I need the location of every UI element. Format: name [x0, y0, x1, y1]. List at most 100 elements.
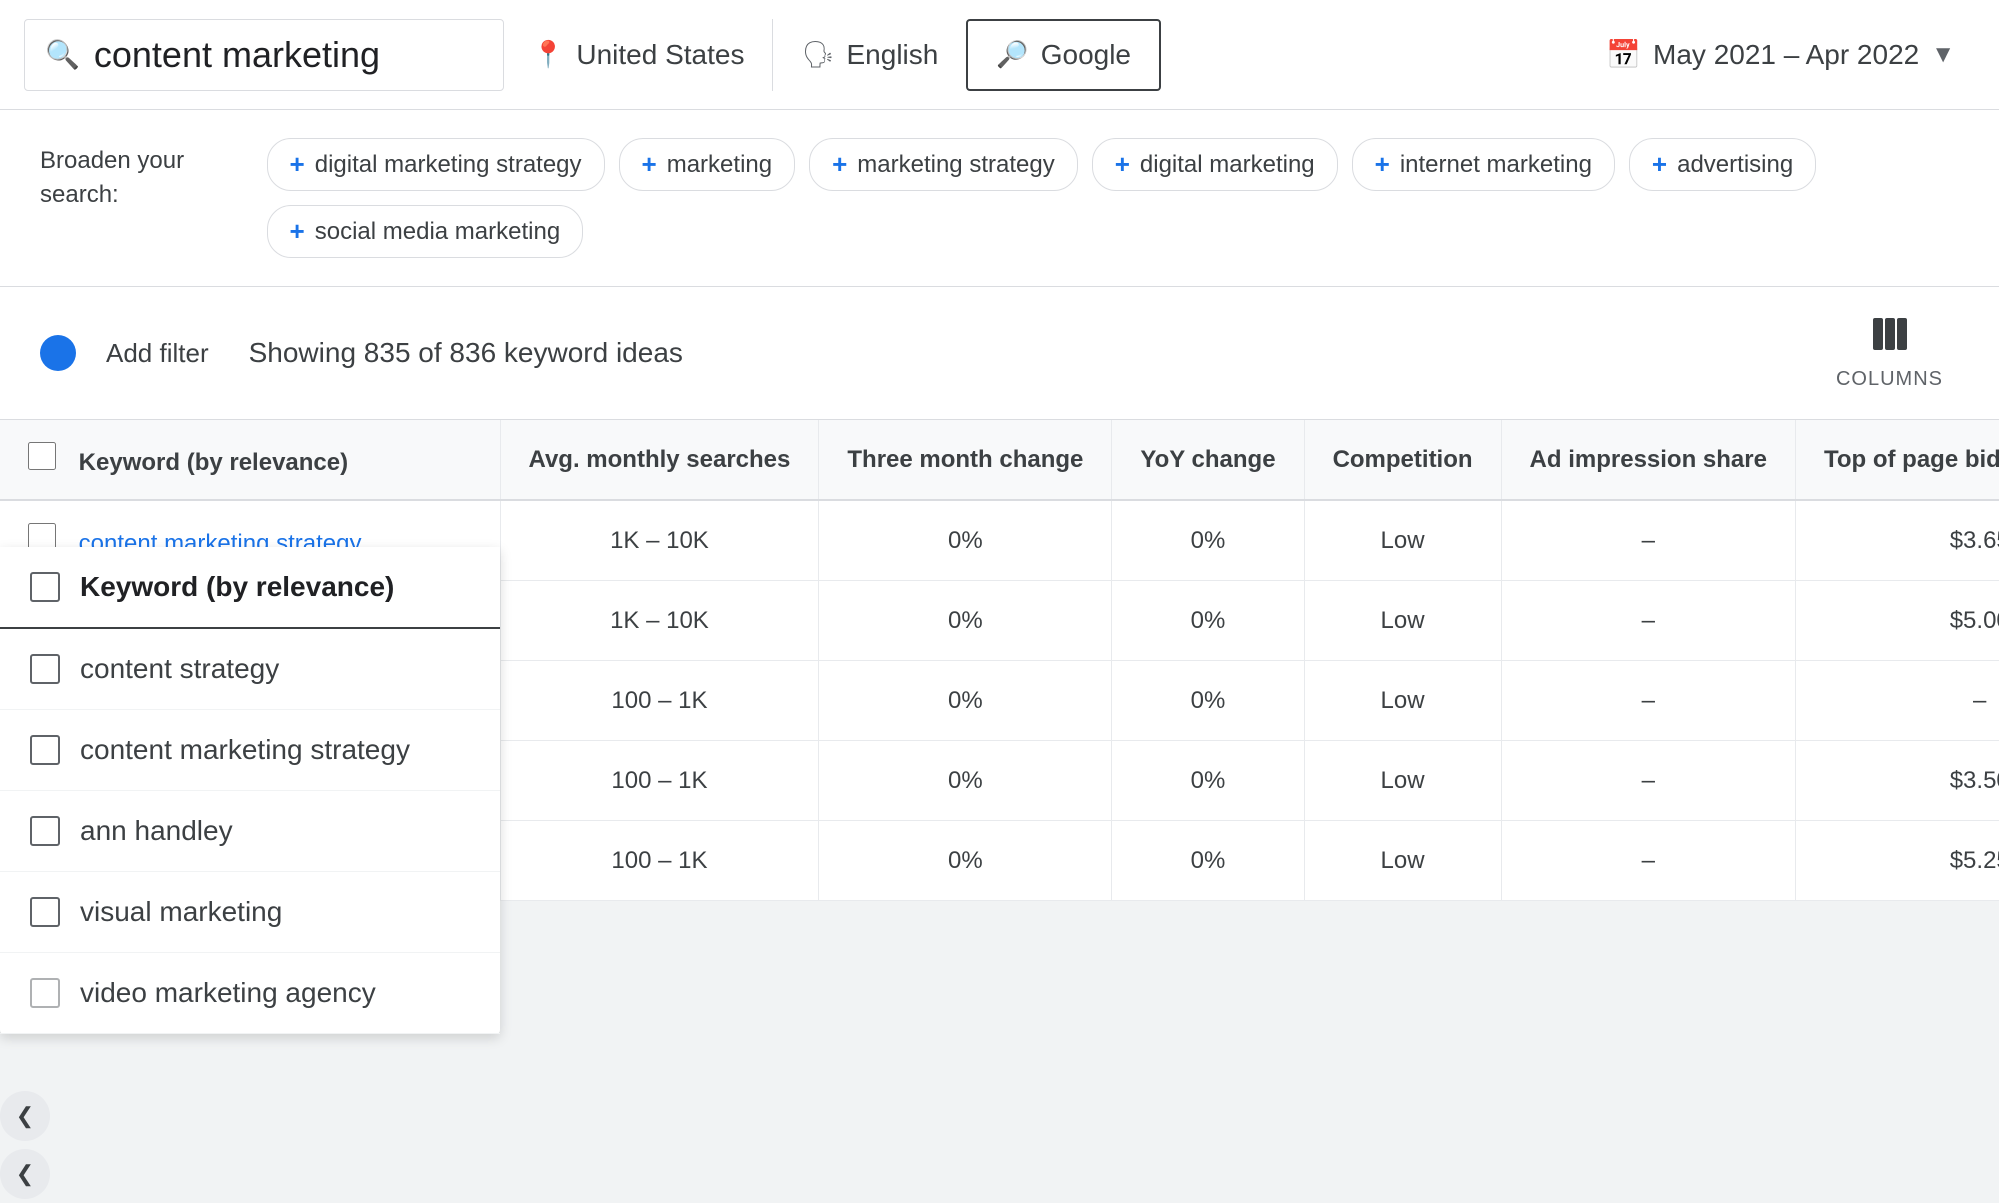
cell-top-bid: – — [1795, 661, 1999, 741]
date-range: May 2021 – Apr 2022 — [1653, 39, 1919, 71]
chip-label: marketing — [667, 151, 772, 179]
cell-ad-impression: – — [1501, 821, 1795, 901]
scroll-left-arrow[interactable]: ❮ — [0, 1091, 50, 1141]
table-header-row: Keyword (by relevance) Avg. monthly sear… — [0, 420, 1999, 500]
cell-top-bid: $3.65 — [1795, 500, 1999, 581]
plus-icon: + — [642, 149, 657, 180]
cell-competition: Low — [1304, 821, 1501, 901]
cell-competition: Low — [1304, 581, 1501, 661]
location-label: United States — [576, 39, 744, 71]
cell-avg-monthly: 100 – 1K — [500, 741, 819, 821]
chip-label: advertising — [1677, 151, 1793, 179]
plus-icon: + — [1375, 149, 1390, 180]
chip-label: internet marketing — [1400, 151, 1592, 179]
showing-count-text: Showing 835 of 836 keyword ideas — [249, 337, 683, 369]
dropdown-checkbox[interactable] — [30, 735, 60, 765]
dropdown-checkbox[interactable] — [30, 816, 60, 846]
add-filter-button[interactable]: Add filter — [106, 330, 209, 377]
dropdown-item-label: content marketing strategy — [80, 734, 410, 766]
source-label: Google — [1041, 39, 1131, 71]
chip-social-media-marketing[interactable]: + social media marketing — [267, 205, 584, 258]
cell-ad-impression: – — [1501, 581, 1795, 661]
date-filter[interactable]: 📅 May 2021 – Apr 2022 ▼ — [1586, 19, 1975, 91]
cell-ad-impression: – — [1501, 741, 1795, 821]
broaden-label: Broaden your search: — [40, 138, 247, 211]
select-all-checkbox[interactable] — [28, 442, 56, 470]
search-query: content marketing — [94, 34, 380, 76]
language-label: English — [847, 39, 939, 71]
dropdown-checkbox[interactable] — [30, 654, 60, 684]
plus-icon: + — [1115, 149, 1130, 180]
search-box[interactable]: 🔍 content marketing — [24, 19, 504, 91]
chip-digital-marketing[interactable]: + digital marketing — [1092, 138, 1338, 191]
dropdown-item-content-strategy[interactable]: content strategy — [0, 629, 500, 710]
main-content: Add filter Showing 835 of 836 keyword id… — [0, 287, 1999, 901]
chip-digital-marketing-strategy[interactable]: + digital marketing strategy — [267, 138, 605, 191]
cell-yoy: 0% — [1112, 741, 1304, 821]
plus-icon: + — [1652, 149, 1667, 180]
columns-button[interactable]: COLUMNS — [1820, 307, 1959, 399]
location-filter[interactable]: 📍 United States — [504, 19, 772, 91]
col-header-top-bid: Top of page bid (low range) — [1795, 420, 1999, 500]
language-filter[interactable]: 🗣 English — [772, 19, 966, 91]
dropdown-item-label: ann handley — [80, 815, 233, 847]
cell-top-bid: $3.50 — [1795, 741, 1999, 821]
cell-three-month: 0% — [819, 741, 1112, 821]
chip-marketing[interactable]: + marketing — [619, 138, 796, 191]
source-filter[interactable]: 🔎 Google — [966, 19, 1161, 91]
columns-label: COLUMNS — [1836, 368, 1943, 391]
language-icon: 🗣 — [801, 39, 834, 70]
cell-yoy: 0% — [1112, 821, 1304, 901]
dropdown-item-ann-handley[interactable]: ann handley — [0, 791, 500, 872]
col-header-keyword[interactable]: Keyword (by relevance) — [0, 420, 500, 500]
broaden-search-section: Broaden your search: + digital marketing… — [0, 110, 1999, 287]
cell-yoy: 0% — [1112, 500, 1304, 581]
dropdown-header-checkbox[interactable] — [30, 572, 60, 602]
search-icon: 🔍 — [45, 38, 80, 71]
cell-ad-impression: – — [1501, 500, 1795, 581]
dropdown-item-visual-marketing[interactable]: visual marketing — [0, 872, 500, 953]
cell-top-bid: $5.00 — [1795, 581, 1999, 661]
source-icon: 🔎 — [996, 39, 1028, 70]
dropdown-checkbox[interactable] — [30, 978, 60, 1008]
cell-three-month: 0% — [819, 661, 1112, 741]
dropdown-item-content-marketing-strategy[interactable]: content marketing strategy — [0, 710, 500, 791]
chevron-down-icon: ▼ — [1931, 41, 1955, 69]
col-header-competition: Competition — [1304, 420, 1501, 500]
scroll-left-area: ❮ ❮ — [0, 1087, 50, 1203]
chip-label: social media marketing — [315, 218, 560, 246]
cell-avg-monthly: 1K – 10K — [500, 500, 819, 581]
dropdown-header[interactable]: Keyword (by relevance) — [0, 547, 500, 629]
columns-icon — [1870, 315, 1908, 362]
chip-label: digital marketing — [1140, 151, 1315, 179]
col-header-ad-impression: Ad impression share — [1501, 420, 1795, 500]
cell-three-month: 0% — [819, 581, 1112, 661]
plus-icon: + — [832, 149, 847, 180]
chip-marketing-strategy[interactable]: + marketing strategy — [809, 138, 1078, 191]
col-header-avg-monthly: Avg. monthly searches — [500, 420, 819, 500]
dropdown-item-label: video marketing agency — [80, 977, 376, 1009]
calendar-icon: 📅 — [1606, 38, 1641, 71]
col-header-yoy: YoY change — [1112, 420, 1304, 500]
chip-internet-marketing[interactable]: + internet marketing — [1352, 138, 1615, 191]
dropdown-item-label: content strategy — [80, 653, 279, 685]
cell-competition: Low — [1304, 741, 1501, 821]
cell-top-bid: $5.25 — [1795, 821, 1999, 901]
plus-icon: + — [290, 149, 305, 180]
table-toolbar: Add filter Showing 835 of 836 keyword id… — [0, 287, 1999, 420]
top-bar: 🔍 content marketing 📍 United States 🗣 En… — [0, 0, 1999, 110]
cell-avg-monthly: 100 – 1K — [500, 661, 819, 741]
cell-competition: Low — [1304, 661, 1501, 741]
dropdown-item-label: visual marketing — [80, 896, 282, 928]
cell-ad-impression: – — [1501, 661, 1795, 741]
dropdown-checkbox[interactable] — [30, 897, 60, 927]
scroll-left-arrow-2[interactable]: ❮ — [0, 1149, 50, 1199]
chip-label: digital marketing strategy — [315, 151, 582, 179]
cell-three-month: 0% — [819, 821, 1112, 901]
cell-avg-monthly: 100 – 1K — [500, 821, 819, 901]
cell-competition: Low — [1304, 500, 1501, 581]
cell-avg-monthly: 1K – 10K — [500, 581, 819, 661]
cell-yoy: 0% — [1112, 581, 1304, 661]
chip-advertising[interactable]: + advertising — [1629, 138, 1816, 191]
dropdown-item-video-marketing-agency[interactable]: video marketing agency — [0, 953, 500, 1034]
